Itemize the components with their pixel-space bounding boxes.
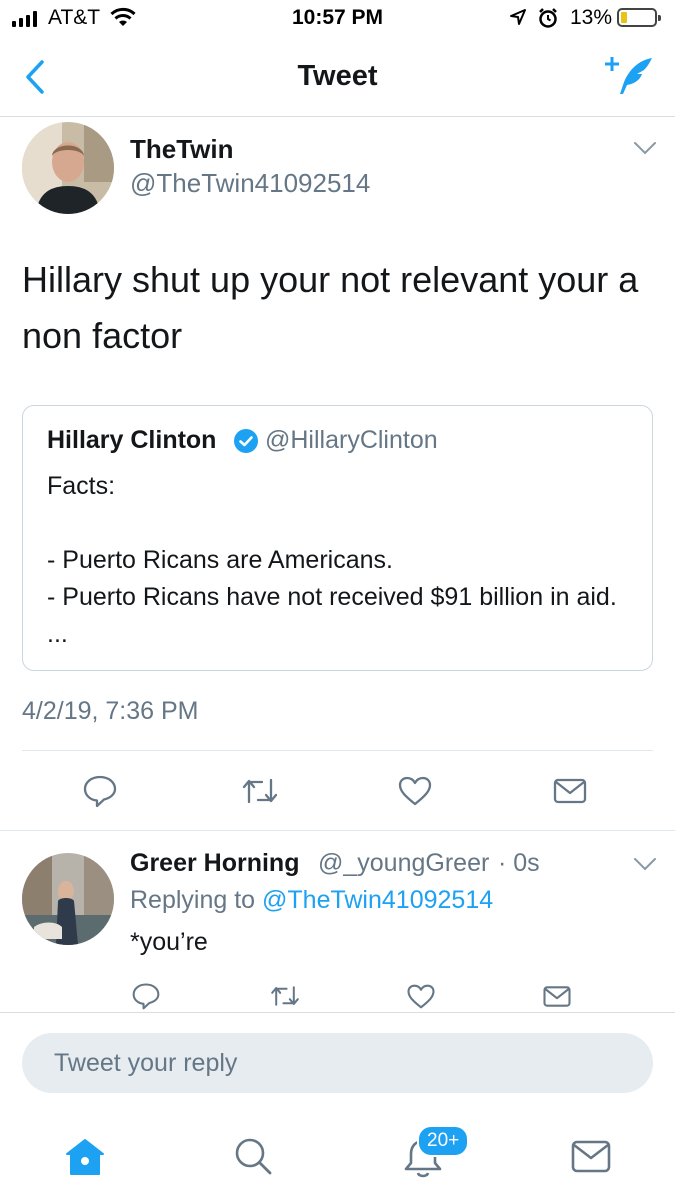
battery-icon bbox=[617, 8, 661, 27]
reply-time: · 0s bbox=[498, 849, 540, 877]
home-icon[interactable] bbox=[64, 1137, 106, 1182]
replying-to-handle[interactable]: @TheTwin41092514 bbox=[262, 886, 493, 914]
quoted-tweet-card[interactable]: Hillary Clinton @HillaryClinton Facts: -… bbox=[22, 405, 653, 671]
reply-icon[interactable] bbox=[128, 978, 164, 1014]
reply-author-handle[interactable]: @_youngGreer bbox=[318, 849, 489, 878]
quoted-author-handle: @HillaryClinton bbox=[265, 426, 438, 454]
location-icon bbox=[508, 7, 528, 33]
like-icon[interactable] bbox=[390, 768, 440, 814]
quoted-tweet-text: Facts: - Puerto Ricans are Americans. - … bbox=[47, 472, 617, 648]
replying-prefix: Replying to bbox=[130, 886, 256, 914]
reply-text: *you’re bbox=[130, 928, 208, 956]
reply-input[interactable]: Tweet your reply bbox=[22, 1033, 653, 1093]
tweet-timestamp: 4/2/19, 7:36 PM bbox=[22, 697, 199, 725]
tab-bar bbox=[0, 1105, 675, 1200]
search-icon[interactable] bbox=[232, 1135, 274, 1182]
battery-percent: 13% bbox=[570, 6, 613, 29]
notifications-badge: 20+ bbox=[417, 1125, 470, 1157]
messages-icon[interactable] bbox=[570, 1139, 612, 1180]
reply-icon[interactable] bbox=[75, 768, 125, 814]
author-avatar[interactable] bbox=[22, 122, 114, 214]
retweet-icon[interactable] bbox=[235, 768, 285, 814]
share-icon[interactable] bbox=[539, 978, 575, 1014]
chevron-down-icon[interactable] bbox=[632, 856, 658, 877]
verified-badge-icon bbox=[233, 428, 259, 459]
status-bar: AT&T 10:57 PM 13% bbox=[0, 0, 675, 40]
divider bbox=[22, 750, 653, 751]
page-title: Tweet bbox=[297, 60, 378, 92]
author-handle[interactable]: @TheTwin41092514 bbox=[130, 168, 370, 199]
divider bbox=[0, 830, 675, 831]
divider bbox=[0, 1012, 675, 1013]
tweet-text: Hillary shut up your not relevant your a… bbox=[22, 259, 639, 356]
share-icon[interactable] bbox=[545, 768, 595, 814]
compose-tweet-icon[interactable] bbox=[604, 54, 656, 103]
reply-author-name[interactable]: Greer Horning bbox=[130, 849, 299, 878]
navigation-bar: Tweet bbox=[0, 40, 675, 117]
author-name[interactable]: TheTwin bbox=[130, 134, 234, 165]
back-chevron-icon[interactable] bbox=[22, 58, 48, 101]
quoted-author-name: Hillary Clinton bbox=[47, 426, 217, 454]
reply-author-avatar[interactable] bbox=[22, 853, 114, 945]
chevron-down-icon[interactable] bbox=[632, 140, 658, 161]
replying-to: Replying to @TheTwin41092514 bbox=[130, 886, 493, 915]
like-icon[interactable] bbox=[403, 978, 439, 1014]
retweet-icon[interactable] bbox=[267, 978, 303, 1014]
alarm-icon bbox=[537, 7, 559, 35]
